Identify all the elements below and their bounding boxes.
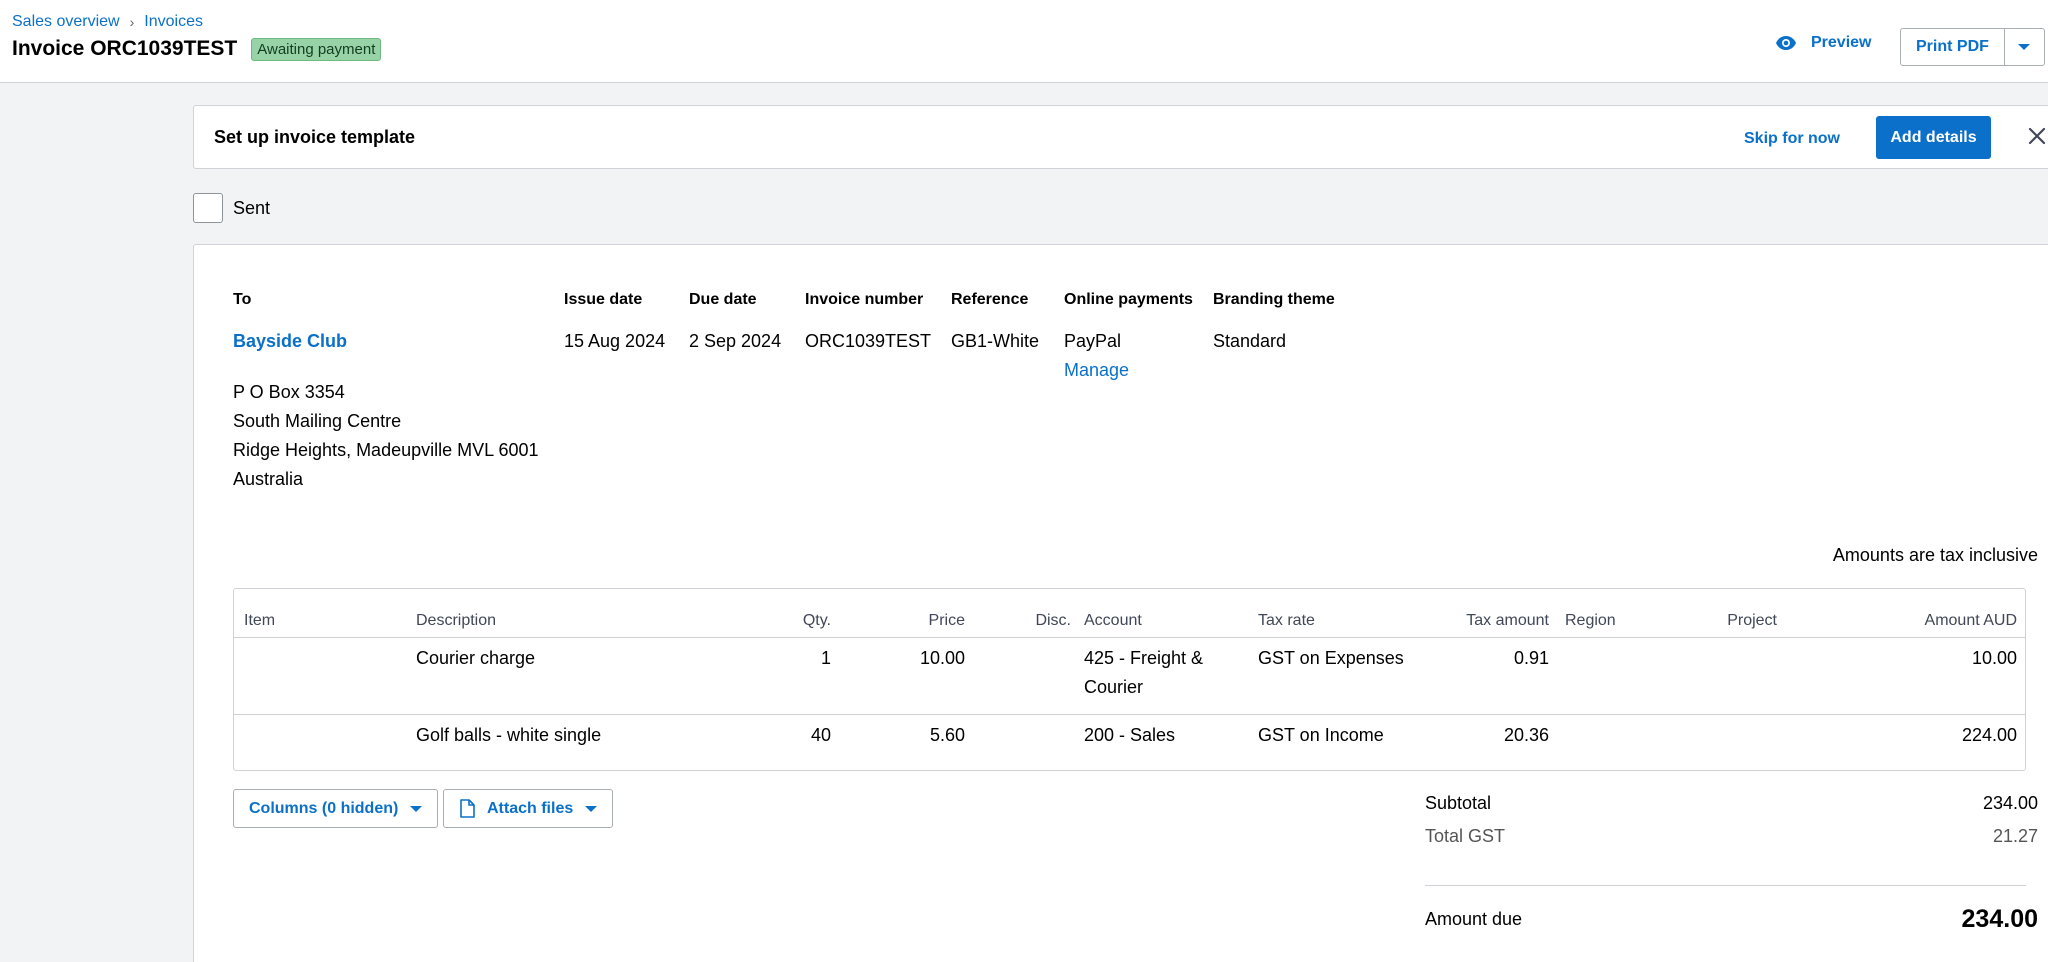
totals-divider [1425, 885, 2026, 886]
row-description[interactable]: Golf balls - white single [416, 721, 601, 750]
column-header-disc: Disc. [1035, 612, 1071, 629]
row-tax-rate[interactable]: GST on Income [1258, 721, 1384, 750]
breadcrumb-sales-overview[interactable]: Sales overview [12, 13, 120, 31]
branding-theme-label: Branding theme [1213, 291, 1335, 308]
column-header-project: Project [1727, 612, 1777, 629]
breadcrumb: Sales overview › Invoices [12, 13, 203, 31]
sent-checkbox[interactable] [193, 193, 223, 223]
print-pdf-button[interactable]: Print PDF [1900, 28, 2005, 66]
subtotal-label: Subtotal [1425, 793, 1492, 813]
banner-title: Set up invoice template [214, 127, 416, 147]
column-header-item: Item [244, 612, 276, 629]
due-date-value: 2 Sep 2024 [689, 331, 782, 351]
status-badge: Awaiting payment [251, 37, 382, 61]
attach-files-label: Attach files [487, 799, 574, 817]
issue-date-value: 15 Aug 2024 [564, 331, 666, 351]
tax-mode-note: Amounts are tax inclusive [1832, 545, 2038, 565]
invoice-number-value: ORC1039TEST [805, 331, 932, 351]
reference-value: GB1-White [951, 331, 1040, 351]
preview-button[interactable]: Preview [1775, 34, 1871, 52]
close-icon[interactable] [2025, 124, 2048, 148]
column-header-region: Region [1565, 612, 1616, 629]
column-header-tax-rate: Tax rate [1258, 612, 1315, 629]
online-payments-value: PayPal [1064, 331, 1122, 351]
invoice-template-banner: Set up invoice template Skip for now Add… [193, 105, 2048, 169]
column-header-tax-amount: Tax amount [1466, 612, 1549, 629]
sent-label: Sent [233, 197, 271, 218]
row-qty[interactable]: 40 [811, 721, 831, 750]
column-header-account: Account [1084, 612, 1142, 629]
row-tax-amount[interactable]: 0.91 [1514, 644, 1549, 673]
row-tax-rate[interactable]: GST on Expenses [1258, 644, 1404, 673]
add-details-button[interactable]: Add details [1876, 116, 1991, 159]
column-header-description: Description [416, 612, 497, 629]
address-line: Ridge Heights, Madeupville MVL 6001 [233, 440, 539, 460]
sent-checkbox-row: Sent [193, 193, 270, 223]
chevron-right-icon: › [129, 14, 135, 30]
contact-address: P O Box 3354 South Mailing Centre Ridge … [233, 378, 539, 494]
eye-icon [1776, 36, 1796, 50]
invoice-number-label: Invoice number [805, 291, 924, 308]
row-price[interactable]: 5.60 [930, 721, 965, 750]
caret-down-icon [410, 805, 423, 812]
breadcrumb-invoices[interactable]: Invoices [144, 13, 203, 31]
contact-link[interactable]: Bayside Club [233, 331, 347, 352]
address-line: South Mailing Centre [233, 411, 402, 431]
row-qty[interactable]: 1 [821, 644, 831, 673]
column-header-price: Price [928, 612, 965, 629]
page-title: Invoice ORC1039TEST [12, 37, 238, 60]
branding-theme-value: Standard [1213, 331, 1287, 351]
subtotal-value: 234.00 [1982, 793, 2038, 813]
row-amount[interactable]: 10.00 [1972, 644, 2017, 673]
reference-label: Reference [951, 291, 1029, 308]
due-date-label: Due date [689, 291, 757, 308]
total-gst-label: Total GST [1425, 826, 1506, 846]
print-options-button[interactable] [2004, 28, 2045, 66]
columns-label: Columns (0 hidden) [249, 799, 399, 817]
address-line: Australia [233, 469, 304, 489]
column-header-qty: Qty. [802, 612, 831, 629]
document-icon [460, 799, 475, 818]
row-price[interactable]: 10.00 [920, 644, 965, 673]
amount-due-value: 234.00 [1961, 905, 2038, 933]
columns-button[interactable]: Columns (0 hidden) [233, 789, 439, 828]
row-description[interactable]: Courier charge [416, 644, 535, 673]
online-payments-label: Online payments [1064, 291, 1193, 308]
print-button-group: Print PDF [1900, 28, 2045, 66]
row-account[interactable]: 425 - Freight & Courier [1084, 644, 1203, 702]
table-divider [234, 714, 2025, 715]
skip-for-now-link[interactable]: Skip for now [1744, 130, 1840, 148]
invoice-card: To Issue date Due date Invoice number Re… [193, 244, 2048, 962]
row-tax-amount[interactable]: 20.36 [1504, 721, 1549, 750]
manage-payments-link[interactable]: Manage [1064, 360, 1129, 381]
address-line: P O Box 3354 [233, 382, 345, 402]
line-items-table: Item Description Qty. Price Disc. Accoun… [233, 588, 2026, 771]
row-account[interactable]: 200 - Sales [1084, 721, 1175, 750]
table-divider [234, 637, 2025, 638]
to-label: To [233, 291, 252, 308]
row-account-line: Courier [1084, 677, 1144, 697]
preview-label: Preview [1811, 34, 1872, 51]
row-amount[interactable]: 224.00 [1962, 721, 2017, 750]
issue-date-label: Issue date [564, 291, 643, 308]
caret-down-icon [2018, 44, 2031, 50]
attach-files-button[interactable]: Attach files [443, 789, 614, 828]
column-header-amount: Amount AUD [1924, 612, 2017, 629]
row-account-line: 425 - Freight & [1084, 648, 1204, 668]
page-header: Sales overview › Invoices Invoice ORC103… [0, 0, 2048, 83]
amount-due-label: Amount due [1425, 909, 1523, 929]
caret-down-icon [585, 805, 598, 812]
total-gst-value: 21.27 [1992, 826, 2038, 846]
